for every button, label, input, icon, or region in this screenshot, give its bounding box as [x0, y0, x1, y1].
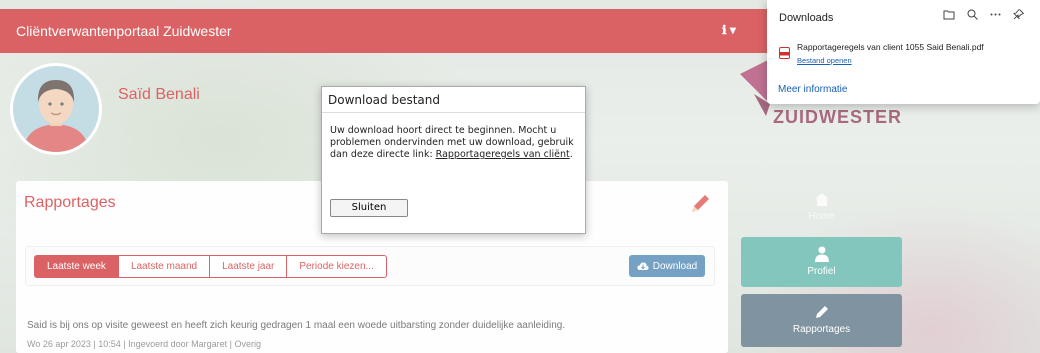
more-info-link[interactable]: Meer informatie [778, 84, 847, 95]
browser-downloads-panel: Downloads Rapportageregels van client 10… [767, 0, 1040, 104]
more-options-icon[interactable] [990, 9, 1001, 20]
pin-icon[interactable] [1013, 9, 1024, 20]
dialog-title: Download bestand [322, 87, 585, 113]
open-file-link[interactable]: Bestand openen [797, 56, 852, 65]
close-button[interactable]: Sluiten [330, 199, 408, 217]
downloads-toolbar [943, 9, 1024, 20]
pdf-file-icon [779, 47, 790, 59]
download-dialog: Download bestand Uw download hoort direc… [321, 86, 586, 234]
folder-icon[interactable] [943, 9, 955, 20]
direct-download-link[interactable]: Rapportageregels van cliënt [436, 149, 570, 160]
downloads-title: Downloads [779, 12, 834, 24]
downloaded-file-name: Rapportageregels van client 1055 Said Be… [797, 42, 984, 52]
search-icon[interactable] [967, 9, 978, 20]
dialog-body: Uw download hoort direct te beginnen. Mo… [330, 125, 574, 160]
